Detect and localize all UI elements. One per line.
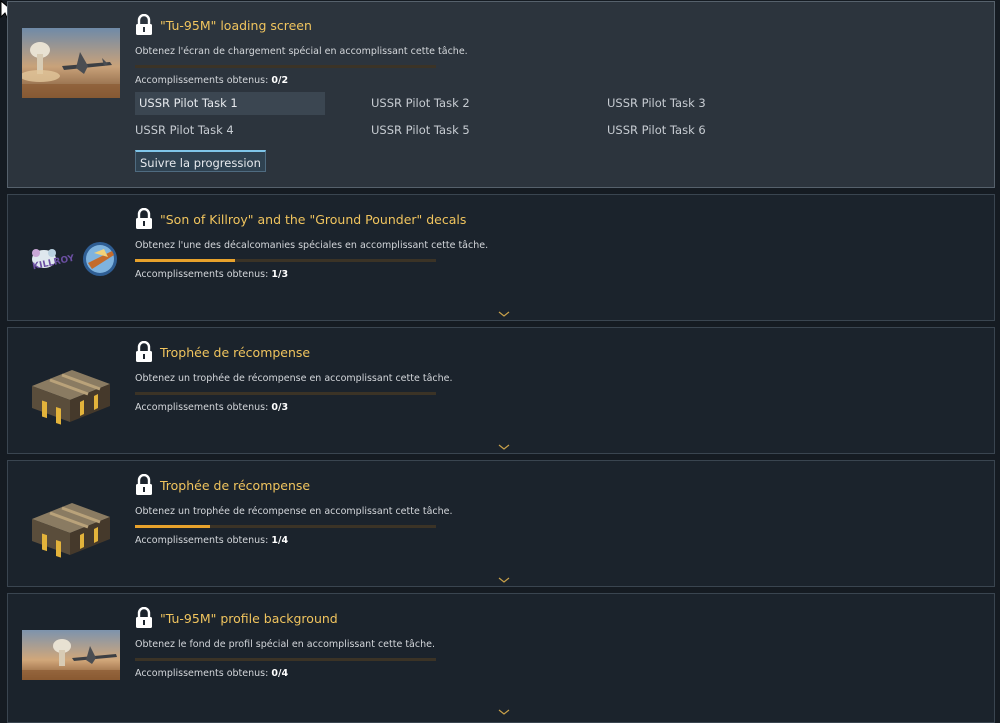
reward-card-decals[interactable]: KILLROY "Son of Killroy" and the "Ground… (7, 194, 995, 321)
expand-chevron-icon[interactable] (498, 311, 510, 317)
count-value: 0/2 (271, 75, 289, 86)
task-link-6[interactable]: USSR Pilot Task 6 (607, 119, 706, 142)
achievements-count: Accomplissements obtenus: 0/4 (135, 668, 288, 679)
progress-bar (135, 392, 436, 395)
count-value: 0/3 (271, 402, 289, 413)
progress-bar (135, 259, 436, 262)
count-value: 0/4 (271, 668, 289, 679)
lock-icon (136, 607, 152, 628)
progress-fill (135, 525, 211, 528)
count-label: Accomplissements obtenus: (135, 75, 269, 86)
reward-title: "Son of Killroy" and the "Ground Pounder… (160, 212, 467, 227)
task-link-4[interactable]: USSR Pilot Task 4 (135, 119, 234, 142)
task-link-3[interactable]: USSR Pilot Task 3 (607, 92, 706, 115)
count-label: Accomplissements obtenus: (135, 269, 269, 280)
reward-description: Obtenez un trophée de récompense en acco… (135, 373, 453, 384)
achievements-count: Accomplissements obtenus: 0/2 (135, 75, 288, 86)
trophy-chest-image (32, 370, 110, 425)
trophy-chest-image (32, 503, 110, 558)
decals-image: KILLROY (32, 242, 117, 276)
expand-chevron-icon[interactable] (498, 577, 510, 583)
achievements-count: Accomplissements obtenus: 0/3 (135, 402, 288, 413)
reward-description: Obtenez le fond de profil spécial en acc… (135, 639, 435, 650)
task-link-2[interactable]: USSR Pilot Task 2 (371, 92, 470, 115)
count-label: Accomplissements obtenus: (135, 535, 269, 546)
count-label: Accomplissements obtenus: (135, 668, 269, 679)
reward-title: "Tu-95M" profile background (160, 611, 338, 626)
reward-title: Trophée de récompense (160, 345, 311, 360)
lock-icon (136, 208, 152, 229)
count-value: 1/4 (271, 535, 289, 546)
tu-95m-aircraft-image (22, 28, 120, 98)
progress-fill (135, 259, 236, 262)
progress-bar (135, 65, 436, 68)
count-label: Accomplissements obtenus: (135, 402, 269, 413)
progress-bar (135, 525, 436, 528)
task-link-1[interactable]: USSR Pilot Task 1 (135, 92, 325, 115)
achievements-count: Accomplissements obtenus: 1/4 (135, 535, 288, 546)
reward-title: "Tu-95M" loading screen (160, 18, 312, 33)
reward-description: Obtenez un trophée de récompense en acco… (135, 506, 453, 517)
track-progress-button[interactable]: Suivre la progression (135, 150, 266, 172)
progress-bar (135, 658, 436, 661)
reward-card-profile-background[interactable]: "Tu-95M" profile background Obtenez le f… (7, 593, 995, 723)
reward-description: Obtenez l'écran de chargement spécial en… (135, 46, 468, 57)
reward-card-loading-screen[interactable]: "Tu-95M" loading screen Obtenez l'écran … (7, 1, 995, 188)
tu-95m-aircraft-image (22, 630, 120, 680)
reward-title: Trophée de récompense (160, 478, 311, 493)
reward-card-trophy-1[interactable]: Trophée de récompense Obtenez un trophée… (7, 327, 995, 454)
expand-chevron-icon[interactable] (498, 444, 510, 450)
lock-icon (136, 341, 152, 362)
task-link-5[interactable]: USSR Pilot Task 5 (371, 119, 470, 142)
achievements-count: Accomplissements obtenus: 1/3 (135, 269, 288, 280)
expand-chevron-icon[interactable] (498, 709, 510, 715)
lock-icon (136, 474, 152, 495)
reward-card-trophy-2[interactable]: Trophée de récompense Obtenez un trophée… (7, 460, 995, 587)
reward-description: Obtenez l'une des décalcomanies spéciale… (135, 240, 489, 251)
lock-icon (136, 14, 152, 35)
count-value: 1/3 (271, 269, 289, 280)
